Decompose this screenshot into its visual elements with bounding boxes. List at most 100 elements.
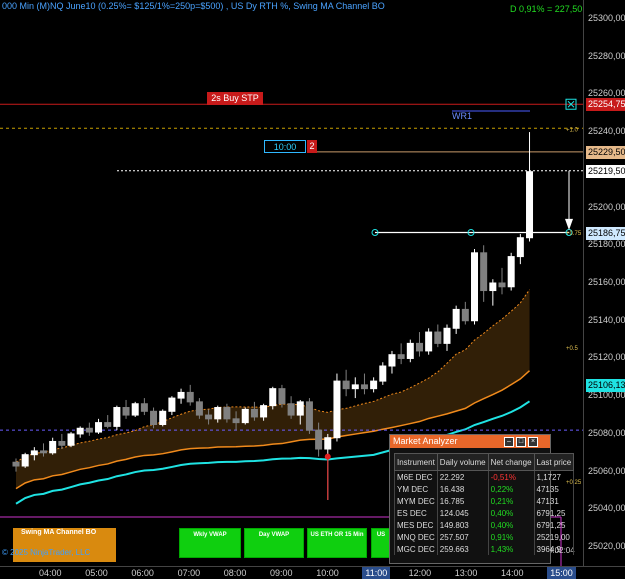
us-eth-or-button[interactable]: US ETH OR 15 Min	[307, 528, 367, 558]
market-analyzer-titlebar[interactable]: Market Analyzer – □ ×	[390, 435, 550, 448]
market-analyzer-table[interactable]: Instrument Daily volume Net change Last pri…	[394, 453, 575, 555]
column-header[interactable]: Last price	[533, 453, 575, 471]
column-header[interactable]: Net change	[487, 453, 535, 471]
cell-inst: ES DEC	[394, 507, 438, 519]
cell-last: 47131	[533, 495, 575, 507]
price-tick: 25060,00	[588, 465, 625, 476]
table-row[interactable]: MES DEC 149.803 0,40% 6791,25	[394, 519, 575, 531]
candle-body	[397, 354, 405, 359]
candle-body	[452, 308, 460, 329]
projection-arrow-head	[565, 218, 573, 231]
time-tick: 06:00	[131, 568, 154, 578]
column-header[interactable]: Daily volume	[436, 453, 489, 471]
candle-body	[333, 380, 341, 439]
candle-body	[58, 440, 66, 446]
fib-label: +0.75	[566, 231, 582, 237]
price-tick: 25200,00	[588, 201, 625, 212]
price-axis[interactable]: 25300,0025280,0025260,0025240,0025220,00…	[583, 0, 625, 566]
candle-body	[186, 391, 194, 403]
time-tick: 08:00	[223, 568, 247, 578]
level-price-label: 25186,75	[586, 226, 625, 240]
cell-inst: MYM DEC	[394, 495, 438, 507]
candle-body	[434, 331, 442, 344]
swing-ma-label: Swing MA Channel BO	[21, 529, 97, 536]
time-tick: 11:00	[362, 567, 391, 579]
cell-vol: 257.507	[436, 531, 489, 543]
price-tick: 25020,00	[588, 541, 625, 552]
us-button[interactable]: US	[371, 528, 391, 558]
candle-body	[360, 384, 368, 390]
candle-body	[12, 461, 20, 467]
candle-body	[260, 405, 268, 418]
ma-price-label: 25106,13	[586, 378, 625, 392]
price-tick: 25260,00	[588, 88, 625, 99]
cell-net: 0,40%	[487, 507, 535, 519]
candle-body	[67, 433, 75, 446]
price-tick: 25160,00	[588, 277, 625, 287]
cell-inst: YM DEC	[394, 483, 438, 495]
cell-net: 0,22%	[487, 483, 535, 495]
time-tick: 14:00	[501, 568, 524, 578]
candle-body	[241, 408, 249, 424]
candle-body	[351, 384, 359, 390]
cell-vol: 149.803	[436, 519, 489, 531]
cell-net: -0,51%	[487, 470, 535, 483]
candle-body	[168, 397, 176, 412]
time-tick: 05:00	[85, 568, 108, 578]
candle-body	[250, 408, 258, 418]
price-tick: 25280,00	[588, 50, 625, 61]
cell-inst: M6E DEC	[394, 470, 438, 483]
candle-body	[49, 440, 57, 454]
market-analyzer-window[interactable]: Market Analyzer – □ × Instrument Daily vo…	[389, 434, 575, 564]
column-header[interactable]: Instrument	[394, 453, 438, 471]
order-timer[interactable]: 10:00	[264, 140, 306, 153]
candle-body	[507, 256, 515, 288]
candle-body	[471, 252, 478, 322]
table-row[interactable]: MGC DEC 259.663 1,43% 3964,9	[394, 543, 575, 555]
last-price-label: 25219,50	[586, 164, 625, 178]
candle-body	[415, 342, 423, 352]
candle-body	[140, 403, 148, 412]
table-row[interactable]: MYM DEC 16.785 0,21% 47131	[394, 495, 575, 507]
cell-last: 3964,9	[533, 543, 575, 555]
table-row[interactable]: ES DEC 124.045 0,40% 6791,25	[394, 507, 575, 519]
table-row[interactable]: M6E DEC 22.292 -0,51% 1,1727	[394, 470, 575, 483]
time-axis[interactable]: 04:00 05:00 06:00 07:00 08:00 09:00 10:00 11:00…	[0, 566, 625, 579]
candle-body	[205, 414, 213, 420]
candle-body	[269, 388, 277, 407]
buy-stop-order-tag[interactable]: 2s Buy STP	[207, 92, 263, 105]
copyright: © 2025 NinjaTrader, LLC	[2, 548, 91, 557]
wr1-label: WR1	[452, 111, 472, 121]
candle-body	[305, 401, 313, 431]
target-price-label: 25229,50	[586, 145, 625, 159]
cell-net: 0,21%	[487, 495, 535, 507]
candle-body	[324, 437, 332, 450]
cell-net: 1,43%	[487, 543, 535, 555]
close-icon[interactable]: ×	[528, 437, 538, 447]
cell-net: 0,91%	[487, 531, 535, 543]
minimize-icon[interactable]: –	[504, 437, 514, 447]
price-tick: 25140,00	[588, 314, 625, 325]
price-tick: 25180,00	[588, 239, 625, 250]
candle-body	[370, 380, 378, 390]
day-vwap-button[interactable]: Day VWAP	[244, 528, 304, 558]
wkly-vwap-button[interactable]: Wkly VWAP	[179, 528, 241, 558]
candle-body	[498, 282, 506, 288]
pnl-readout: D 0,91% = 227,50	[510, 4, 583, 14]
candle-body	[177, 391, 185, 399]
candle-body	[131, 403, 139, 416]
market-analyzer-title: Market Analyzer	[393, 436, 458, 446]
cell-inst: MGC DEC	[394, 543, 438, 555]
candle-body	[21, 454, 29, 467]
candle-body	[379, 365, 387, 382]
order-quantity[interactable]: 2	[307, 140, 317, 153]
candle-body	[406, 342, 414, 359]
time-tick: 10:00	[316, 568, 339, 578]
table-row[interactable]: YM DEC 16.438 0,22% 47135	[394, 483, 575, 495]
cell-vol: 16.438	[436, 483, 489, 495]
price-tick: 25300,00	[588, 12, 625, 23]
table-row[interactable]: MNQ DEC 257.507 0,91% 25219,00	[394, 531, 575, 543]
maximize-icon[interactable]: □	[516, 437, 526, 447]
candle-body	[104, 422, 112, 427]
price-tick: 25080,00	[588, 427, 625, 438]
